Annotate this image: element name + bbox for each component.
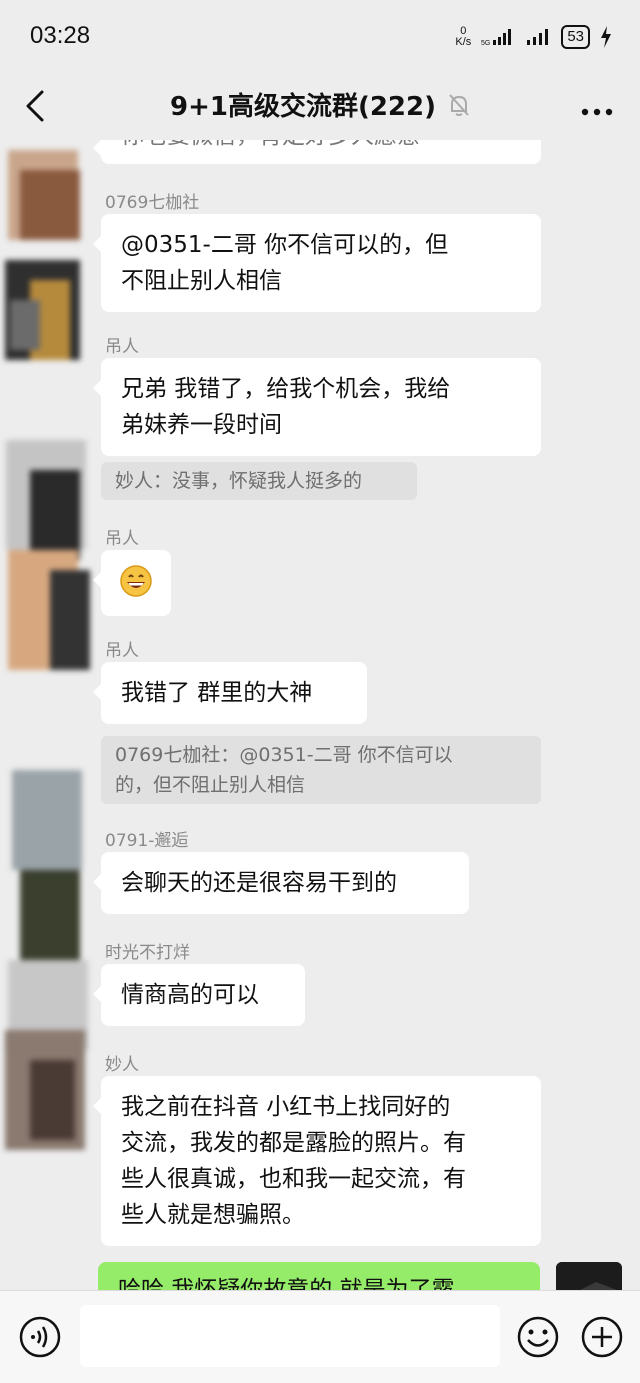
message-bubble[interactable]: 情商高的可以 — [93, 964, 305, 1026]
message-bubble[interactable]: 兄弟 我错了，给我个机会，我给 弟妹养一段时间 — [93, 358, 541, 456]
quoted-reply[interactable]: 妙人：没事，怀疑我人挺多的 — [101, 462, 417, 500]
voice-button[interactable] — [18, 1315, 62, 1359]
status-bar: 03:28 0 K/s 5G 53 — [0, 0, 640, 72]
sender-name: 吊人 — [105, 641, 139, 661]
grinning-emoji-icon — [120, 565, 152, 597]
more-dots-icon — [581, 108, 613, 116]
status-time: 03:28 — [30, 22, 91, 49]
sender-name: 0791-邂逅 — [105, 831, 189, 851]
sender-name: 妙人 — [105, 1055, 139, 1075]
input-bar — [0, 1290, 640, 1383]
avatar[interactable] — [0, 430, 96, 690]
message-bubble[interactable]: 会聊天的还是很容易干到的 — [93, 852, 469, 914]
emoji-icon — [517, 1316, 559, 1358]
plus-icon — [581, 1316, 623, 1358]
status-icons: 0 K/s 5G 53 — [455, 22, 612, 52]
avatar[interactable] — [556, 1262, 622, 1290]
message-bubble[interactable]: 我之前在抖音 小红书上找同好的 交流，我发的都是露脸的照片。有 些人很真诚，也和… — [93, 1076, 541, 1246]
message-input[interactable] — [80, 1305, 500, 1367]
more-button[interactable] — [580, 102, 614, 116]
message-bubble[interactable]: 我错了 群里的大神 — [93, 662, 367, 724]
voice-icon — [19, 1316, 61, 1358]
group-name: 9+1高级交流群(222) — [169, 92, 436, 122]
signal-icon: 5G — [481, 29, 512, 47]
avatar[interactable] — [0, 140, 96, 370]
signal-icon — [527, 29, 549, 45]
sender-name: 0769七枷社 — [105, 193, 200, 213]
message-bubble[interactable] — [93, 550, 171, 616]
emoji-button[interactable] — [516, 1315, 560, 1359]
quoted-reply[interactable]: 0769七枷社：@0351-二哥 你不信可以 的，但不阻止别人相信 — [101, 736, 541, 804]
message-bubble[interactable]: @0351-二哥 你不信可以的，但 不阻止别人相信 — [93, 214, 541, 312]
avatar-image — [556, 1262, 622, 1290]
message-list[interactable]: 你老婆微信，肯定好多人愿意 0769七枷社 @0351-二哥 你不信可以的，但 … — [0, 140, 640, 1290]
chat-title: 9+1高级交流群(222) — [0, 86, 640, 123]
add-button[interactable] — [580, 1315, 624, 1359]
avatar[interactable] — [0, 1020, 96, 1170]
message-bubble[interactable]: 你老婆微信，肯定好多人愿意 — [93, 140, 541, 164]
own-message-bubble[interactable]: 哈哈 我怀疑你故意的 就是为了露 — [98, 1262, 540, 1290]
battery-indicator: 53 — [561, 25, 590, 49]
sender-name: 时光不打烊 — [105, 943, 190, 963]
avatar[interactable] — [0, 760, 96, 1060]
sender-name: 吊人 — [105, 529, 139, 549]
network-speed: 0 K/s — [455, 25, 472, 48]
charging-icon — [601, 26, 611, 48]
svg-text:5G: 5G — [481, 40, 490, 47]
chat-title-bar: 9+1高级交流群(222) — [0, 72, 640, 140]
bell-off-icon — [449, 93, 469, 116]
sender-name: 吊人 — [105, 337, 139, 357]
